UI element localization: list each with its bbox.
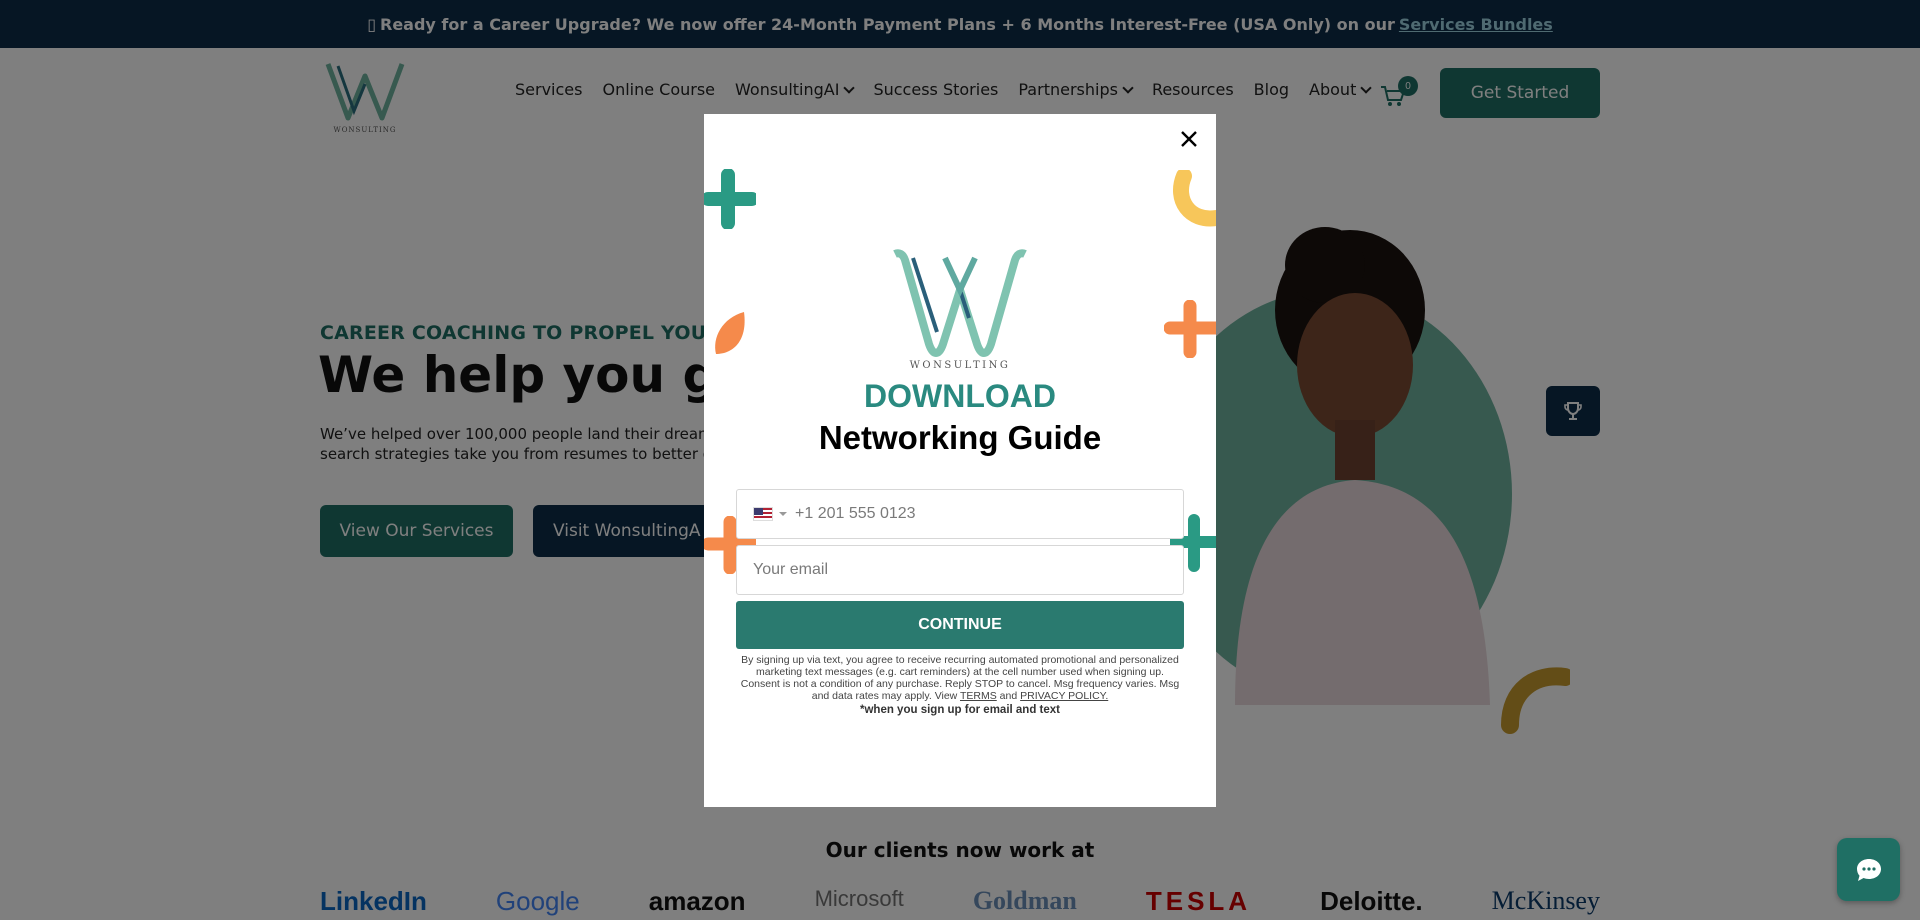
chevron-down-icon[interactable]: [779, 512, 787, 516]
terms-link[interactable]: TERMS: [960, 690, 997, 702]
email-field: [736, 545, 1184, 595]
phone-field: [736, 489, 1184, 539]
privacy-policy-link[interactable]: PRIVACY POLICY.: [1020, 690, 1108, 702]
chat-bubble-icon: [1856, 858, 1881, 881]
close-icon: [1181, 131, 1197, 147]
orange-plus-shape: [1164, 300, 1216, 358]
orange-half-circle-shape: [715, 312, 745, 354]
yellow-crescent-shape: [1173, 170, 1216, 227]
modal-heading-guide: Networking Guide: [818, 419, 1102, 456]
legal-disclaimer: By signing up via text, you agree to rec…: [740, 654, 1180, 702]
chat-widget-button[interactable]: [1837, 838, 1900, 901]
teal-plus-shape: [704, 169, 756, 229]
us-flag-icon[interactable]: [753, 507, 773, 521]
wonsulting-logo: [893, 249, 1027, 357]
signup-note: *when you sign up for email and text: [860, 704, 1060, 716]
email-input[interactable]: [753, 546, 1183, 594]
close-button[interactable]: [1174, 124, 1204, 154]
continue-button[interactable]: CONTINUE: [736, 601, 1184, 649]
modal-heading-download: DOWNLOAD: [864, 378, 1056, 414]
download-modal: WONSULTING DOWNLOAD Networking Guide CON…: [704, 114, 1216, 807]
brand-wordmark: WONSULTING: [909, 360, 1011, 371]
legal-and: and: [999, 690, 1018, 702]
phone-input[interactable]: [795, 490, 1183, 538]
